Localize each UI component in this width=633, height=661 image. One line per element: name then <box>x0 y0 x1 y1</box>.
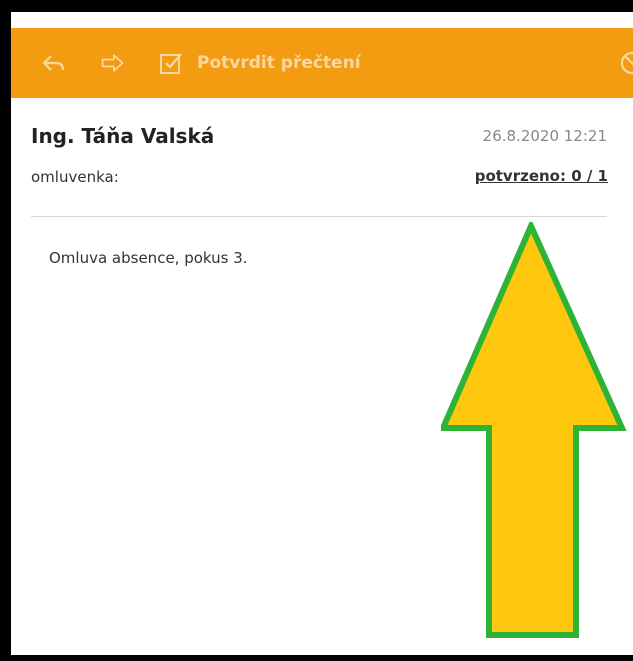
message-body: Omluva absence, pokus 3. <box>49 249 248 267</box>
reply-icon[interactable] <box>41 50 67 76</box>
message-datetime: 26.8.2020 12:21 <box>482 127 607 145</box>
window-frame: Potvrdit přečtení Ing. Táňa Valská 26.8.… <box>0 0 633 661</box>
confirm-read-button[interactable]: Potvrdit přečtení <box>197 50 361 76</box>
message-subject: omluvenka: <box>31 168 119 186</box>
checkbox-icon[interactable] <box>158 50 184 76</box>
annotation-up-arrow-icon <box>441 222 627 638</box>
cancel-icon[interactable] <box>619 50 633 76</box>
divider <box>31 216 607 217</box>
message-toolbar: Potvrdit přečtení <box>11 28 633 98</box>
sender-name: Ing. Táňa Valská <box>31 124 215 148</box>
forward-icon[interactable] <box>100 50 126 76</box>
confirmed-count-link[interactable]: potvrzeno: 0 / 1 <box>475 167 608 185</box>
